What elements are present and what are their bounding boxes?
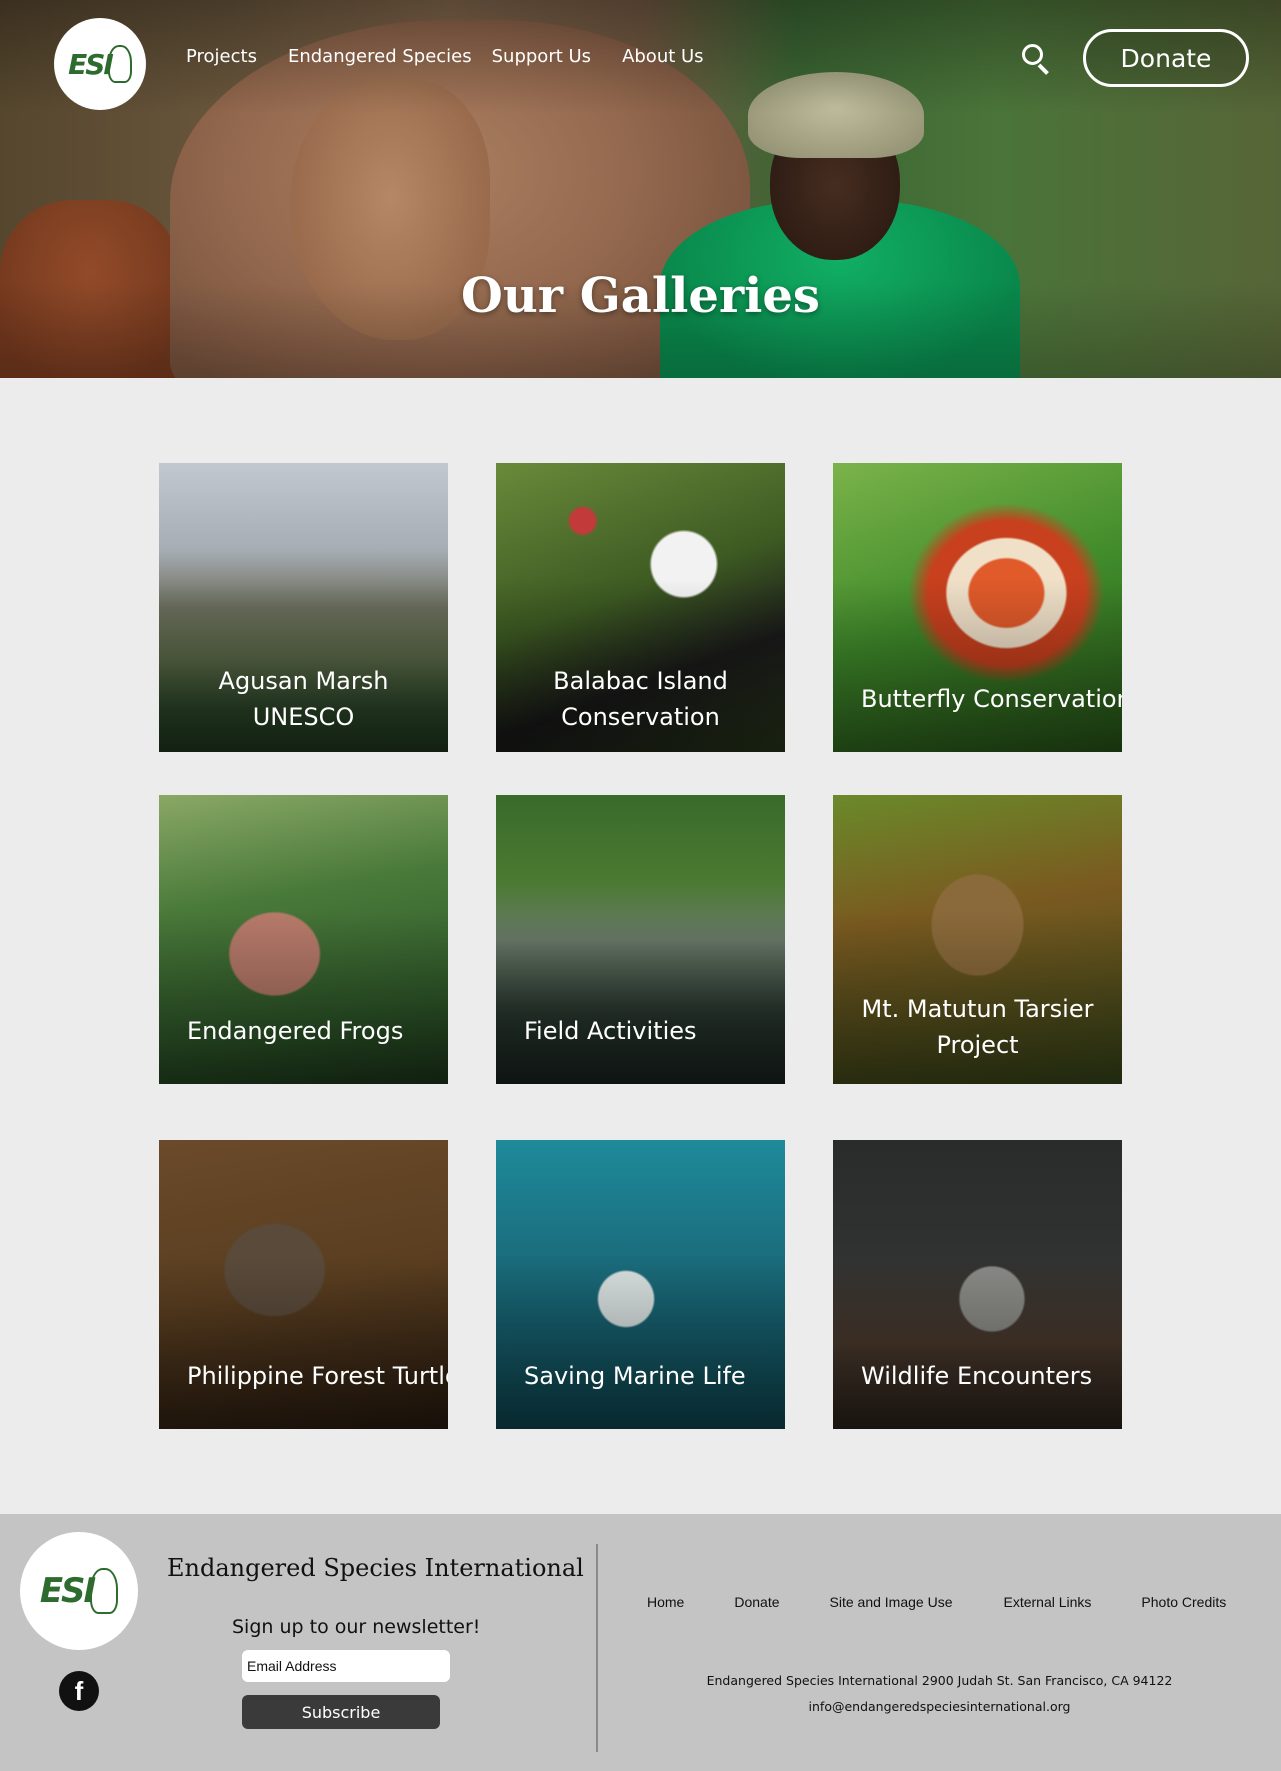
- nav-endangered-species[interactable]: Endangered Species: [288, 46, 472, 67]
- gallery-tile-label: Balabac Island Conservation: [553, 667, 728, 731]
- gallery-tile-label: Butterfly Conservation: [861, 685, 1122, 713]
- gorilla-icon: [107, 45, 132, 83]
- nav-projects[interactable]: Projects: [186, 46, 257, 67]
- gallery-grid: Agusan Marsh UNESCO Balabac Island Conse…: [0, 378, 1281, 1514]
- gallery-tile-label: Wildlife Encounters: [861, 1362, 1093, 1390]
- footer-org-name: Endangered Species International: [167, 1554, 584, 1582]
- footer-divider: [596, 1544, 598, 1752]
- gallery-tile-agusan-marsh[interactable]: Agusan Marsh UNESCO: [159, 463, 448, 752]
- search-icon-handle: [1037, 63, 1049, 75]
- subscribe-button[interactable]: Subscribe: [242, 1695, 440, 1729]
- footer-link-photo-credits[interactable]: Photo Credits: [1141, 1594, 1226, 1610]
- gallery-tile-label: Saving Marine Life: [524, 1362, 746, 1390]
- gallery-tile-forest-turtle[interactable]: Philippine Forest Turtle: [159, 1140, 448, 1429]
- search-icon-ring: [1022, 44, 1043, 65]
- footer-link-external-links[interactable]: External Links: [1003, 1594, 1091, 1610]
- nav-support-us[interactable]: Support Us: [492, 46, 591, 67]
- search-icon[interactable]: [1022, 44, 1052, 75]
- gallery-tile-label: Mt. Matutun Tarsier Project: [861, 995, 1094, 1059]
- site-logo[interactable]: ESI: [54, 18, 146, 110]
- gallery-tile-frogs[interactable]: Endangered Frogs: [159, 795, 448, 1084]
- footer-nav: Home Donate Site and Image Use External …: [647, 1594, 1226, 1610]
- logo-text: ESI: [68, 47, 114, 81]
- gallery-tile-wildlife-encounters[interactable]: Wildlife Encounters: [833, 1140, 1122, 1429]
- nav-about-us[interactable]: About Us: [622, 46, 704, 67]
- facebook-icon[interactable]: f: [59, 1671, 99, 1711]
- footer-email[interactable]: info@endangeredspeciesinternational.org: [598, 1694, 1281, 1720]
- footer-link-donate[interactable]: Donate: [734, 1594, 779, 1610]
- newsletter-email-input[interactable]: [242, 1650, 450, 1682]
- donate-button[interactable]: Donate: [1083, 29, 1249, 87]
- hero-banner: ESI Projects Endangered Species Support …: [0, 0, 1281, 378]
- site-footer: ESI Endangered Species International Sig…: [0, 1514, 1281, 1771]
- main-nav: Projects Endangered Species Support Us A…: [186, 46, 735, 67]
- footer-logo[interactable]: ESI: [20, 1532, 138, 1650]
- footer-link-home[interactable]: Home: [647, 1594, 684, 1610]
- gallery-tile-label: Field Activities: [524, 1017, 697, 1045]
- newsletter-label: Sign up to our newsletter!: [232, 1616, 481, 1638]
- gallery-tile-marine-life[interactable]: Saving Marine Life: [496, 1140, 785, 1429]
- footer-address: Endangered Species International 2900 Ju…: [706, 1673, 1173, 1688]
- footer-link-site-image-use[interactable]: Site and Image Use: [830, 1594, 953, 1610]
- gallery-tile-label: Agusan Marsh UNESCO: [218, 667, 389, 731]
- gallery-tile-balabac-island[interactable]: Balabac Island Conservation: [496, 463, 785, 752]
- gallery-tile-label: Endangered Frogs: [187, 1017, 404, 1045]
- gorilla-icon: [90, 1568, 119, 1614]
- footer-contact: Endangered Species International 2900 Ju…: [598, 1668, 1281, 1720]
- gallery-tile-field-activities[interactable]: Field Activities: [496, 795, 785, 1084]
- gallery-tile-butterfly[interactable]: Butterfly Conservation: [833, 463, 1122, 752]
- gallery-tile-tarsier[interactable]: Mt. Matutun Tarsier Project: [833, 795, 1122, 1084]
- gallery-tile-label: Philippine Forest Turtle: [187, 1362, 448, 1390]
- page: ESI Projects Endangered Species Support …: [0, 0, 1281, 1771]
- page-title: Our Galleries: [461, 268, 820, 324]
- footer-logo-text: ESI: [39, 1571, 96, 1611]
